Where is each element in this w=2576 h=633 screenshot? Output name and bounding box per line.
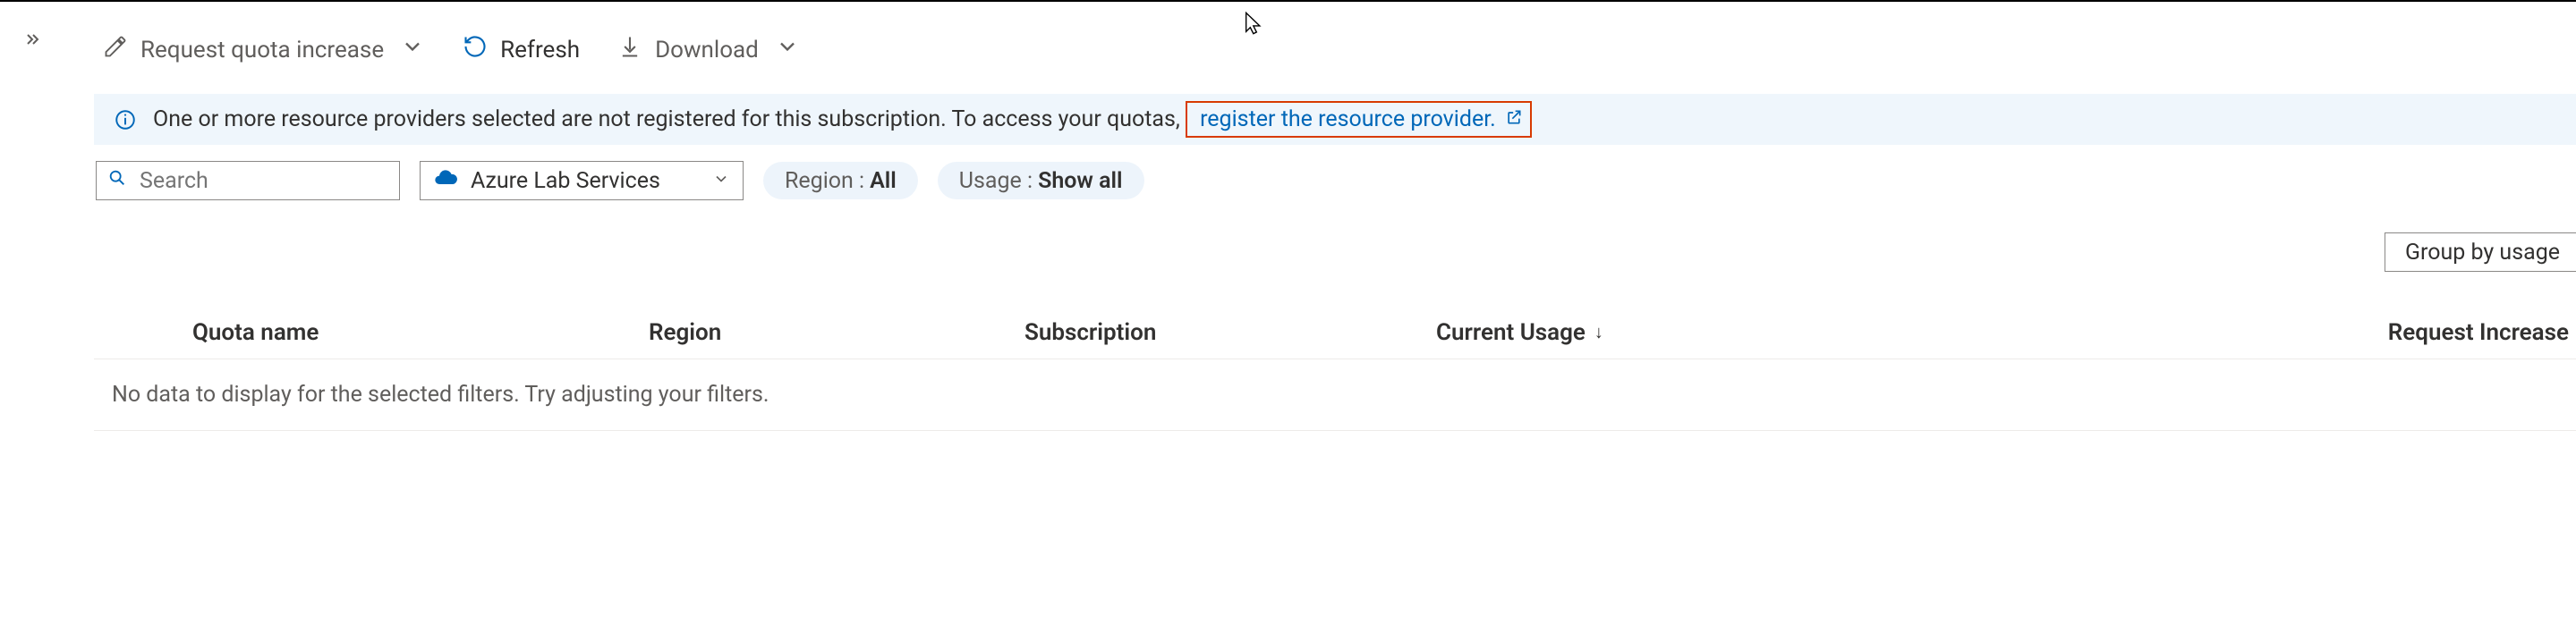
region-filter-label: Region :: [785, 168, 864, 194]
provider-selected-label: Azure Lab Services: [471, 168, 700, 194]
column-header-subscription[interactable]: Subscription: [1024, 319, 1436, 346]
expand-sidebar-chevron[interactable]: [21, 30, 43, 56]
refresh-button[interactable]: Refresh: [463, 34, 580, 65]
refresh-icon: [463, 34, 488, 65]
chevron-down-icon: [400, 34, 425, 65]
info-icon: [114, 108, 137, 131]
mouse-cursor-icon: [1242, 11, 1267, 36]
chevron-down-icon: [775, 34, 800, 65]
group-by-label: Group by usage: [2405, 240, 2560, 266]
command-bar: Request quota increase Refresh Download: [103, 34, 800, 65]
column-header-current-usage[interactable]: Current Usage ↓: [1436, 319, 2188, 346]
quota-table: Quota name Region Subscription Current U…: [94, 306, 2576, 431]
download-button[interactable]: Download: [617, 34, 800, 65]
request-quota-increase-label: Request quota increase: [140, 37, 384, 63]
usage-filter-value: Show all: [1038, 168, 1122, 194]
search-box[interactable]: [96, 161, 400, 200]
download-label: Download: [655, 37, 759, 63]
empty-state-message: No data to display for the selected filt…: [94, 359, 2576, 431]
cloud-icon: [433, 165, 458, 197]
group-by-select[interactable]: Group by usage: [2385, 232, 2576, 272]
provider-select[interactable]: Azure Lab Services: [420, 161, 744, 200]
table-header-row: Quota name Region Subscription Current U…: [94, 306, 2576, 359]
refresh-label: Refresh: [500, 37, 580, 63]
column-header-request-increase[interactable]: Request Increase: [2188, 319, 2576, 346]
column-header-current-usage-label: Current Usage: [1436, 319, 1586, 346]
banner-message: One or more resource providers selected …: [153, 106, 1180, 132]
sort-down-icon: ↓: [1594, 321, 1603, 343]
search-icon: [107, 168, 127, 194]
column-header-region[interactable]: Region: [649, 319, 1024, 346]
region-filter-pill[interactable]: Region : All: [763, 162, 918, 199]
usage-filter-label: Usage :: [959, 168, 1033, 194]
filters-row: Azure Lab Services Region : All Usage : …: [96, 161, 1144, 200]
request-quota-increase-button[interactable]: Request quota increase: [103, 34, 425, 65]
chevron-down-icon: [712, 168, 730, 194]
download-icon: [617, 34, 642, 65]
usage-filter-pill[interactable]: Usage : Show all: [938, 162, 1144, 199]
pencil-icon: [103, 34, 128, 65]
register-provider-link[interactable]: register the resource provider.: [1200, 106, 1523, 132]
register-provider-link-text: register the resource provider.: [1200, 106, 1496, 132]
info-banner: One or more resource providers selected …: [94, 94, 2576, 145]
column-header-quota-name[interactable]: Quota name: [94, 319, 649, 346]
search-input[interactable]: [140, 168, 423, 194]
external-link-icon: [1505, 106, 1523, 132]
region-filter-value: All: [870, 168, 897, 194]
highlighted-link-box: register the resource provider.: [1186, 101, 1532, 138]
